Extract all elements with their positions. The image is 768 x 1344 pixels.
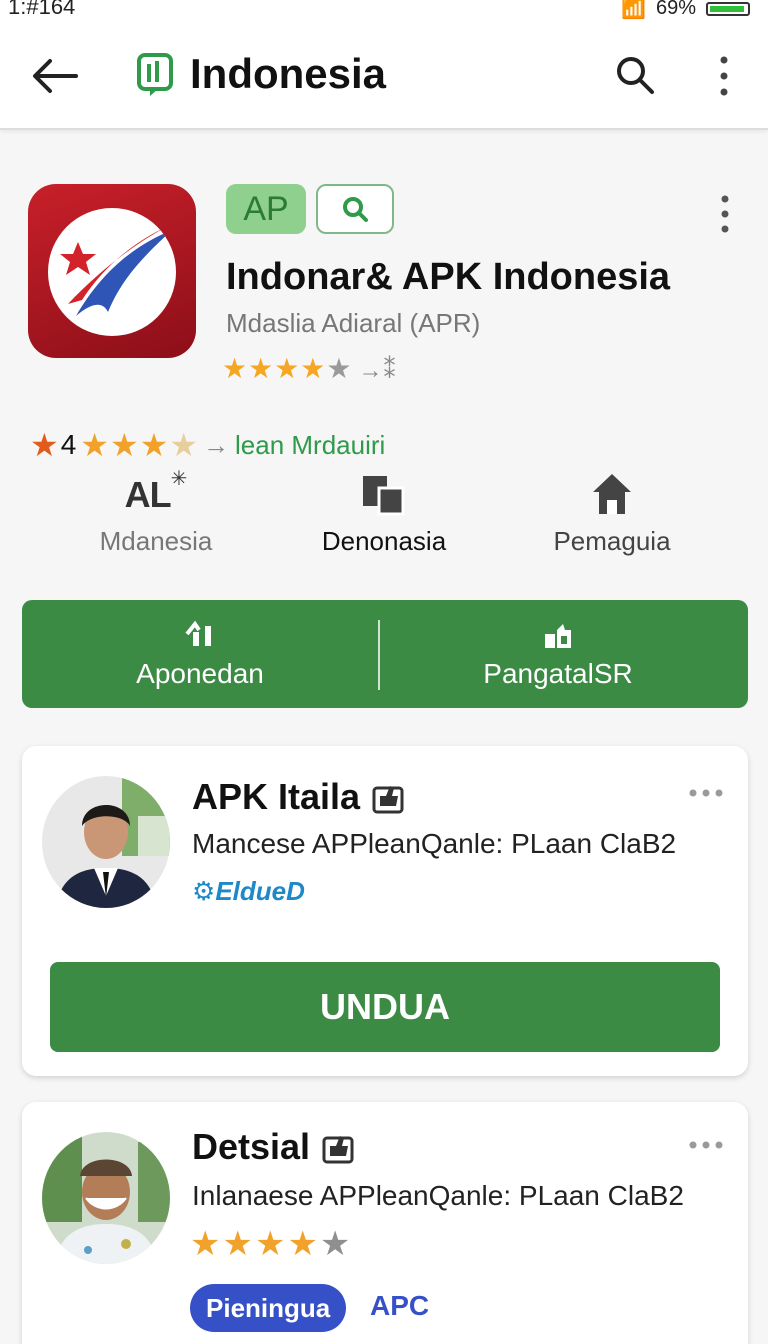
search-icon — [343, 197, 368, 222]
arrow-right-icon: → — [203, 429, 230, 460]
battery-icon — [706, 1, 750, 16]
card-title-text: Detsial — [192, 1126, 311, 1167]
info-column-1[interactable]: AL ✳ Mdanesia — [56, 466, 256, 557]
app-subtitle: Mdaslia Adiaral (APR) — [226, 308, 481, 338]
card-more-icon[interactable] — [688, 1140, 724, 1150]
action-left-label: Aponedan — [136, 658, 264, 689]
al-text-icon: AL — [124, 474, 172, 515]
status-time: 1:#164 — [8, 0, 76, 19]
flag-swoosh-icon — [60, 226, 172, 316]
signal-icon: 📶 — [621, 0, 646, 20]
action-bar: Aponedan PangatalSR — [22, 600, 748, 708]
chart-up-icon — [185, 620, 211, 646]
thumbs-up-icon — [372, 786, 404, 814]
avatar[interactable] — [42, 1132, 170, 1264]
status-icons: 📶 69% — [621, 0, 750, 21]
card-title: Detsial — [192, 1126, 354, 1168]
verified-badge: ⚙︎EldueD — [192, 876, 305, 907]
card-description: Mancese APPleanQanle: PLaan ClaB2 — [192, 828, 677, 859]
more-vert-icon[interactable] — [712, 54, 736, 98]
rating-tail: →⁑ — [358, 357, 397, 384]
app-star-rating: ★★★★★ →⁑ — [222, 352, 397, 385]
share-hand-icon — [545, 624, 571, 648]
search-badge-button[interactable] — [316, 184, 394, 234]
back-arrow-icon[interactable] — [30, 56, 80, 96]
review-card: APK Itaila Mancese APPleanQanle: PLaan C… — [22, 746, 748, 1076]
battery-percent: 69% — [655, 0, 696, 19]
action-left-button[interactable]: Aponedan — [22, 600, 378, 708]
rating-row: ★ 4 ★★★★ → lean Mrdauiri — [30, 426, 385, 464]
action-right-label: PangatalSR — [483, 658, 633, 689]
star-icon: ★★★★ — [190, 1225, 320, 1263]
info-label: Pemaguia — [553, 526, 671, 556]
info-column-2[interactable]: Denonasia — [284, 466, 484, 557]
person-avatar-icon — [42, 776, 170, 908]
review-card: Detsial Inlanaese APPleanQanle: PLaan Cl… — [22, 1102, 748, 1344]
app-icon — [28, 184, 196, 358]
info-label: Denonasia — [321, 526, 447, 556]
search-icon[interactable] — [614, 54, 656, 96]
card-more-icon[interactable] — [688, 788, 724, 798]
card-star-rating: ★★★★★ — [190, 1224, 352, 1264]
top-app-bar: Indonesia — [0, 22, 768, 130]
app-more-icon[interactable] — [716, 194, 734, 234]
star-icon: ★★★★ — [222, 353, 327, 384]
sparkle-icon: ✳ — [170, 468, 188, 490]
person-avatar-icon — [42, 1132, 170, 1264]
developer-link[interactable]: lean Mrdauiri — [235, 430, 385, 461]
status-bar: 1:#164 📶 69% — [0, 0, 768, 22]
star-icon: ★ — [30, 427, 59, 463]
page-title: Indonesia — [190, 50, 387, 97]
info-column-3[interactable]: Pemaguia — [512, 466, 712, 557]
card-description: Inlanaese APPleanQanle: PLaan ClaB2 — [192, 1180, 684, 1211]
action-right-button[interactable]: PangatalSR — [380, 600, 736, 708]
thumbs-up-icon — [322, 1136, 354, 1164]
star-empty-icon: ★ — [319, 1225, 353, 1263]
card-title: APK Itaila — [192, 776, 404, 818]
star-rating: ★★★★ — [80, 427, 200, 463]
verified-icon: ⚙︎ — [192, 876, 216, 906]
app-logo-icon — [137, 53, 173, 96]
avatar[interactable] — [42, 776, 170, 908]
tag-label[interactable]: APC — [370, 1290, 429, 1322]
card-title-text: APK Itaila — [192, 776, 361, 817]
squares-icon — [363, 476, 405, 516]
app-title: Indonar& APK Indonesia — [226, 256, 671, 298]
category-pill[interactable]: Pieningua — [190, 1284, 347, 1332]
verified-text: EldueD — [215, 876, 305, 906]
download-button[interactable]: UNDUA — [50, 962, 720, 1052]
ap-badge: AP — [226, 184, 306, 234]
rating-number: 4 — [60, 429, 77, 460]
info-label: Mdanesia — [99, 526, 213, 556]
star-empty-icon: ★ — [326, 353, 353, 384]
home-icon — [593, 474, 631, 514]
